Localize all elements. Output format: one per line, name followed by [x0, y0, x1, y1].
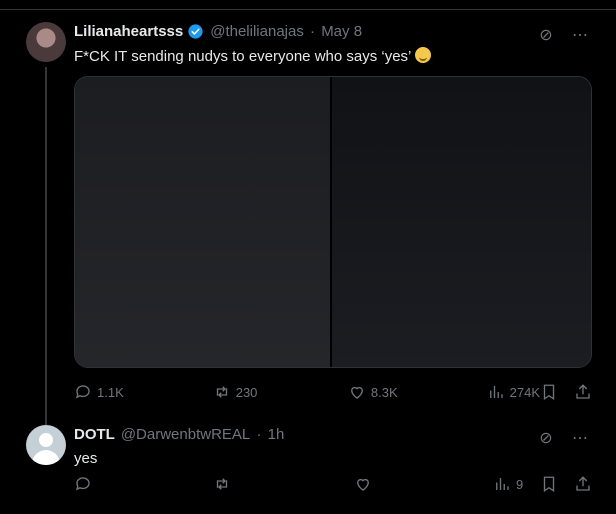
display-name[interactable]: DOTL [74, 426, 115, 443]
like-count: 8.3K [370, 384, 398, 400]
views-button[interactable]: 9 [493, 475, 523, 493]
tweet[interactable]: Lilianaheartsss @thelilianajas · May 8 ⊘… [0, 11, 616, 427]
reply-icon [75, 477, 90, 491]
media-placeholder-1[interactable] [75, 77, 332, 367]
reply-button[interactable]: 1.1K [74, 383, 124, 401]
analytics-icon [496, 478, 509, 490]
thread-line [45, 67, 47, 427]
handle[interactable]: @thelilianajas [210, 23, 304, 40]
grok-icon[interactable]: ⊘ [536, 25, 556, 45]
view-count: 274K [509, 384, 541, 400]
right-actions [540, 475, 592, 493]
reply-action-bar: 9 [74, 475, 592, 493]
repost-button[interactable]: 230 [213, 383, 258, 401]
right-actions [540, 383, 592, 401]
more-options-icon[interactable]: ⋯ [570, 25, 590, 45]
tweet-header: Lilianaheartsss @thelilianajas · May 8 [74, 23, 362, 40]
timestamp[interactable]: May 8 [321, 23, 362, 40]
bookmark-icon[interactable] [540, 475, 558, 493]
share-icon[interactable] [574, 383, 592, 401]
reply-header: DOTL @DarwenbtwREAL · 1h [74, 426, 284, 443]
like-button[interactable] [354, 475, 377, 493]
heart-icon [357, 478, 369, 491]
analytics-icon [489, 386, 503, 398]
media-placeholder-2[interactable] [332, 77, 591, 367]
more-options-icon[interactable]: ⋯ [570, 428, 590, 448]
avatar[interactable] [26, 22, 66, 62]
tweet-top-icons: ⊘ ⋯ [536, 25, 590, 45]
top-divider [0, 0, 616, 10]
timestamp[interactable]: 1h [268, 426, 285, 443]
avatar[interactable] [26, 425, 66, 465]
reply-icon [75, 385, 90, 399]
like-button[interactable]: 8.3K [348, 383, 398, 401]
relieved-face-emoji-icon [415, 47, 432, 63]
reply-tweet[interactable]: DOTL @DarwenbtwREAL · 1h ⊘ ⋯ yes [0, 414, 616, 514]
action-bar: 1.1K 230 8.3K 274K [74, 383, 592, 401]
repost-button[interactable] [213, 475, 236, 493]
repost-count: 230 [235, 384, 258, 400]
separator-dot: · [305, 23, 320, 40]
grok-icon[interactable]: ⊘ [536, 428, 556, 448]
share-icon[interactable] [574, 475, 592, 493]
reply-top-icons: ⊘ ⋯ [536, 428, 590, 448]
display-name[interactable]: Lilianaheartsss [74, 23, 183, 40]
separator-dot: · [252, 426, 266, 443]
media-grid[interactable] [74, 76, 592, 368]
reply-text: yes [74, 450, 98, 467]
reply-button[interactable] [74, 475, 97, 493]
verified-badge-icon [188, 24, 203, 39]
reply-count: 1.1K [97, 384, 124, 400]
heart-icon [350, 386, 363, 399]
views-button[interactable]: 274K [487, 383, 540, 401]
tweet-text-content: F*CK IT sending nudys to everyone who sa… [74, 48, 412, 65]
tweet-text: F*CK IT sending nudys to everyone who sa… [74, 47, 432, 65]
bookmark-icon[interactable] [540, 383, 558, 401]
repost-icon [216, 478, 228, 490]
view-count: 9 [516, 476, 524, 492]
handle[interactable]: @DarwenbtwREAL [121, 426, 250, 443]
repost-icon [216, 386, 227, 398]
